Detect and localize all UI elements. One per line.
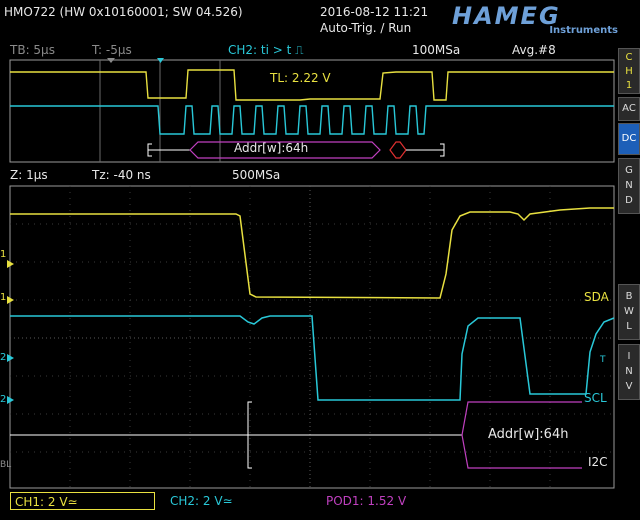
ch1-ground-label: 1	[0, 292, 7, 303]
device-info: HMO722 (HW 0x10160001; SW 04.526)	[4, 5, 243, 19]
brand-name: HAMEG	[452, 2, 561, 30]
ch2-settings[interactable]: CH2: 2 V≃	[166, 492, 237, 510]
invert-button[interactable]: I N V	[618, 344, 640, 400]
bandwidth-limit-button[interactable]: B W L	[618, 284, 640, 340]
main-decode-label: Addr[w]:64h	[488, 427, 569, 442]
ch2-marker-label: 2	[0, 352, 7, 363]
trigger-time-label: T: -5µs	[92, 43, 132, 57]
sda-label: SDA	[584, 290, 609, 304]
overview-decode-label: Addr[w]:64h	[234, 141, 309, 155]
average-count: Avg.#8	[512, 43, 556, 57]
ch1-marker-label: 1	[0, 249, 7, 260]
zoom-sample-rate: 100MSa	[412, 43, 461, 57]
trigger-level-marker[interactable]: T	[600, 355, 606, 365]
zoom-factor: Z: 1µs	[10, 168, 48, 182]
channel-select-button[interactable]: C H 1	[618, 48, 640, 94]
datetime: 2016-08-12 11:21	[320, 5, 429, 19]
ch2-ground-label: 2	[0, 394, 7, 405]
trigger-level-label: TL: 2.22 V	[270, 71, 331, 85]
trigger-mode: Auto-Trig. / Run	[320, 21, 412, 35]
coupling-gnd-button[interactable]: G N D	[618, 158, 640, 214]
brand-logo: HAMEG Instruments	[452, 2, 628, 36]
trigger-condition[interactable]: CH2: ti > t ⎍	[228, 43, 304, 58]
coupling-dc-button[interactable]: DC	[618, 123, 640, 155]
pod1-settings[interactable]: POD1: 1.52 V	[322, 492, 410, 510]
zoom-time-offset: Tz: -40 ns	[92, 168, 151, 182]
i2c-label: I2C	[588, 455, 608, 469]
bus-marker-label: BL	[0, 460, 12, 470]
main-window[interactable]	[0, 184, 618, 490]
coupling-ac-button[interactable]: AC	[618, 97, 640, 121]
main-sample-rate: 500MSa	[232, 168, 281, 182]
ch1-settings[interactable]: CH1: 2 V≃	[10, 492, 155, 510]
main-frame	[9, 185, 615, 489]
timebase-label: TB: 5µs	[10, 43, 55, 57]
scl-label: SCL	[584, 391, 607, 405]
brand-sub: Instruments	[549, 25, 618, 36]
